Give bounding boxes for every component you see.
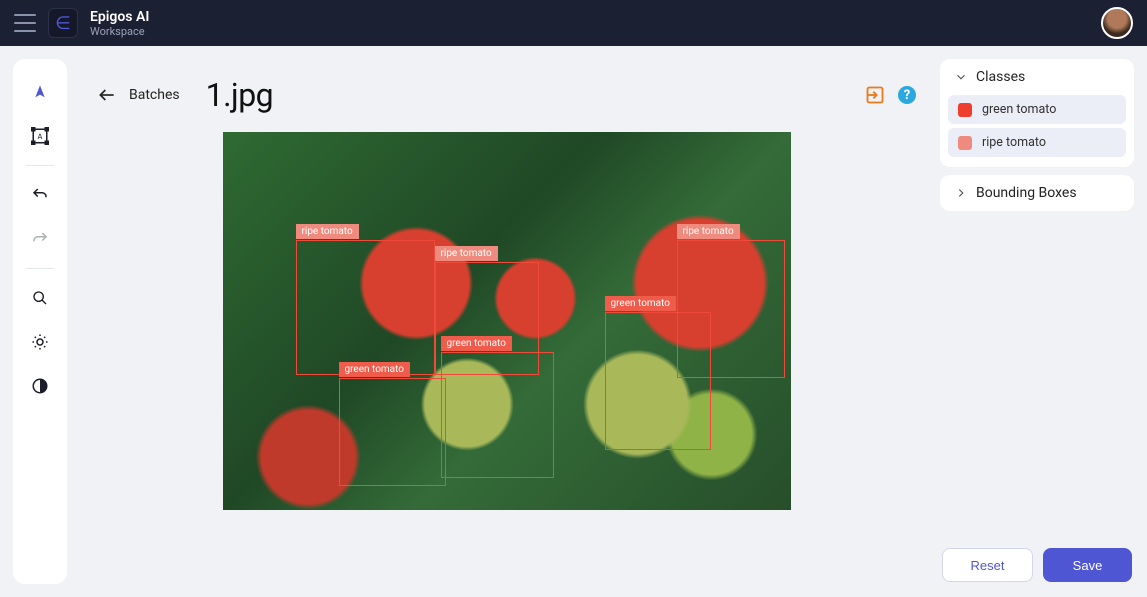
bboxes-panel-header[interactable]: Bounding Boxes xyxy=(940,175,1134,211)
help-button[interactable]: ? xyxy=(898,86,916,104)
class-row[interactable]: green tomato xyxy=(948,95,1126,124)
import-icon xyxy=(865,85,885,105)
annotation-label: green tomato xyxy=(339,362,410,377)
contrast-tool[interactable] xyxy=(23,369,57,403)
undo-icon xyxy=(31,186,49,204)
class-label: green tomato xyxy=(982,102,1056,117)
topbar: ∈ Epigos AI Workspace xyxy=(0,0,1147,46)
class-row[interactable]: ripe tomato xyxy=(948,128,1126,157)
page-title: 1.jpg xyxy=(206,76,274,114)
image-canvas[interactable]: ripe tomatoripe tomatogreen tomatogreen … xyxy=(223,132,791,510)
tool-rail: A xyxy=(13,59,67,584)
class-swatch xyxy=(958,136,972,150)
brightness-icon xyxy=(31,333,49,351)
annotation-box[interactable]: ripe tomato xyxy=(296,240,435,375)
breadcrumb[interactable]: Batches xyxy=(129,87,180,103)
stage-header: Batches 1.jpg ? xyxy=(97,76,916,114)
bbox-tool[interactable]: A xyxy=(23,119,57,153)
zoom-tool[interactable] xyxy=(23,281,57,315)
app-title: Epigos AI xyxy=(90,9,149,25)
annotation-label: ripe tomato xyxy=(435,246,498,261)
right-panel: Classes green tomato ripe tomato Bounding… xyxy=(940,59,1134,584)
annotation-box[interactable]: ripe tomato xyxy=(677,240,785,378)
import-button[interactable] xyxy=(864,84,886,106)
redo-tool[interactable] xyxy=(23,222,57,256)
bboxes-panel: Bounding Boxes xyxy=(940,175,1134,211)
action-row: Reset Save xyxy=(940,548,1134,584)
save-button[interactable]: Save xyxy=(1043,548,1132,582)
classes-title: Classes xyxy=(976,69,1025,85)
chevron-down-icon xyxy=(954,70,968,84)
reset-button[interactable]: Reset xyxy=(942,548,1033,582)
avatar[interactable] xyxy=(1101,7,1133,39)
classes-panel-header[interactable]: Classes xyxy=(940,59,1134,95)
stage: Batches 1.jpg ? ripe tomatoripe tomatogr… xyxy=(67,46,940,597)
annotation-box[interactable]: green tomato xyxy=(441,352,554,478)
annotation-box[interactable]: green tomato xyxy=(339,378,446,486)
classes-panel: Classes green tomato ripe tomato xyxy=(940,59,1134,167)
chevron-right-icon xyxy=(954,186,968,200)
bboxes-title: Bounding Boxes xyxy=(976,185,1077,201)
help-icon: ? xyxy=(904,88,910,103)
arrow-left-icon xyxy=(97,85,117,105)
back-button[interactable] xyxy=(97,85,117,105)
brand: Epigos AI Workspace xyxy=(90,9,149,38)
cursor-icon xyxy=(32,84,48,100)
workspace-label: Workspace xyxy=(90,25,149,38)
class-swatch xyxy=(958,103,972,117)
class-label: ripe tomato xyxy=(982,135,1046,150)
annotation-label: ripe tomato xyxy=(677,224,740,239)
contrast-icon xyxy=(31,377,49,395)
app-logo[interactable]: ∈ xyxy=(48,8,78,38)
undo-tool[interactable] xyxy=(23,178,57,212)
search-icon xyxy=(32,290,48,306)
annotation-label: ripe tomato xyxy=(296,224,359,239)
bounding-box-icon: A xyxy=(31,127,49,145)
brightness-tool[interactable] xyxy=(23,325,57,359)
cursor-tool[interactable] xyxy=(23,75,57,109)
annotation-label: green tomato xyxy=(441,336,512,351)
redo-icon xyxy=(31,230,49,248)
annotation-label: green tomato xyxy=(605,296,676,311)
class-list: green tomato ripe tomato xyxy=(940,95,1134,167)
menu-icon[interactable] xyxy=(14,14,36,32)
svg-text:A: A xyxy=(38,132,43,141)
